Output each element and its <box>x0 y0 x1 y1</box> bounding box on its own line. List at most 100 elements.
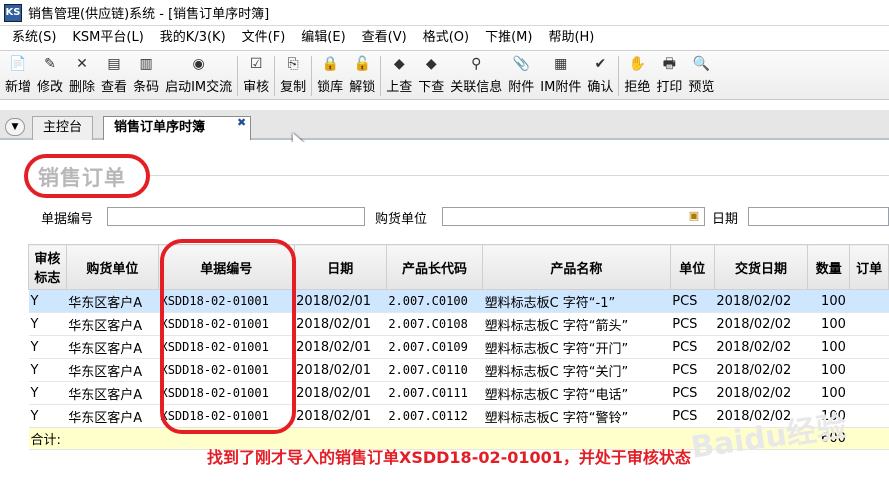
table-row[interactable]: Y 华东区客户A XSDD18-02-01001 2018/02/01 2.007.C0… <box>28 312 889 336</box>
toolbar-button-label: 下查 <box>418 80 445 95</box>
toolbar-button-label: 锁库 <box>317 80 344 95</box>
toolbar-icon: ✋ <box>628 56 647 72</box>
filter-customer-input[interactable] <box>442 207 705 226</box>
tab-home[interactable]: 主控台 <box>32 116 94 140</box>
table-row[interactable]: Y 华东区客户A XSDD18-02-01001 2018/02/01 2.007.C0… <box>28 289 889 313</box>
table-cell: PCS <box>670 381 715 405</box>
toolbar-button[interactable]: ✎ 修改 <box>34 51 66 99</box>
toolbar-button-label: 删除 <box>69 80 96 95</box>
toolbar-button[interactable]: ✋ 拒绝 <box>621 51 653 99</box>
table-cell: Y <box>28 289 67 313</box>
menu-item[interactable]: 系统(S) <box>4 27 64 49</box>
table-row[interactable]: Y 华东区客户A XSDD18-02-01001 2018/02/01 2.007.C0… <box>28 381 889 405</box>
table-cell: 华东区客户A <box>66 312 159 336</box>
toolbar-icon: 🔍 <box>692 56 711 72</box>
column-header[interactable]: 数量 <box>807 244 851 290</box>
highlight-ellipse-bill-no <box>160 239 296 434</box>
toolbar-button-label: 附件 <box>508 80 535 95</box>
toolbar-button[interactable]: 🖶 打印 <box>653 51 685 99</box>
table-cell <box>849 312 889 336</box>
title-bar: KS 销售管理(供应链)系统 - [销售订单序时簿] <box>0 0 889 26</box>
table-cell: Y <box>28 404 67 428</box>
menu-item[interactable]: 编辑(E) <box>293 27 353 49</box>
column-header[interactable]: 交货日期 <box>713 244 809 290</box>
table-cell: 塑料标志板C 字符“警铃” <box>482 404 671 428</box>
toolbar-button[interactable]: 📎 附件 <box>505 51 537 99</box>
table-row[interactable]: Y 华东区客户A XSDD18-02-01001 2018/02/01 2.007.C0… <box>28 335 889 359</box>
column-header[interactable]: 单位 <box>669 244 715 290</box>
toolbar-button[interactable]: ◆ 下查 <box>415 51 447 99</box>
table-cell <box>849 427 889 450</box>
toolbar-separator <box>380 56 382 96</box>
table-cell: PCS <box>670 335 715 359</box>
column-header[interactable]: 日期 <box>293 244 387 290</box>
column-header[interactable]: 产品名称 <box>482 244 671 290</box>
table-cell: 2018/02/01 <box>294 381 387 405</box>
toolbar-separator <box>618 56 620 96</box>
toolbar-button-label: 启动IM交流 <box>165 80 233 95</box>
toolbar-button[interactable]: ◆ 上查 <box>383 51 415 99</box>
table-cell: 2.007.C0108 <box>386 312 483 336</box>
menu-item[interactable]: 格式(O) <box>415 27 477 49</box>
table-cell: 100 <box>807 312 850 336</box>
toolbar-button-label: 打印 <box>656 80 683 95</box>
toolbar-button[interactable]: ⎘ 复制 <box>277 51 309 99</box>
tab-close-icon[interactable]: ✖ <box>237 116 246 129</box>
table-cell: 2018/02/01 <box>294 289 387 313</box>
column-header[interactable]: 订单 <box>849 244 889 290</box>
toolbar-button-label: 条码 <box>133 80 160 95</box>
toolbar-button[interactable]: ▥ 条码 <box>130 51 162 99</box>
toolbar-button[interactable]: ✔ 确认 <box>584 51 616 99</box>
filter-date-label: 日期 <box>712 212 739 227</box>
filter-date-input[interactable] <box>748 207 889 226</box>
toolbar-button[interactable]: 🔓 解锁 <box>346 51 378 99</box>
toolbar-button-label: 新增 <box>5 80 32 95</box>
menu-item[interactable]: 文件(F) <box>234 27 294 49</box>
lookup-icon[interactable]: ▣ <box>685 209 703 224</box>
toolbar-icon: ☑ <box>249 56 263 72</box>
toolbar-button[interactable]: 📄 新增 <box>2 51 34 99</box>
tab-sales-order-list[interactable]: 销售订单序时簿 <box>103 116 251 140</box>
filter-bill-no-input[interactable] <box>107 207 365 226</box>
toolbar-icon: ▤ <box>107 56 121 72</box>
toolbar-icon: ▥ <box>139 56 153 72</box>
toolbar-icon: 📎 <box>512 56 530 72</box>
toolbar-icon: ✕ <box>76 56 88 72</box>
toolbar-icon: 📄 <box>9 56 27 72</box>
toolbar-button-label: 预览 <box>688 80 715 95</box>
toolbar-button[interactable]: 🔍 预览 <box>685 51 717 99</box>
column-header[interactable]: 购货单位 <box>65 244 159 290</box>
menu-item[interactable]: 下推(M) <box>477 27 540 49</box>
toolbar-button[interactable]: ✕ 删除 <box>66 51 98 99</box>
table-cell: 塑料标志板C 字符“-1” <box>482 289 671 313</box>
column-header[interactable]: 审核标志 <box>28 244 67 290</box>
menu-item[interactable]: KSM平台(L) <box>64 27 151 49</box>
toolbar-button[interactable]: 🔒 锁库 <box>314 51 346 99</box>
toolbar-button-label: 上查 <box>386 80 413 95</box>
toolbar-separator <box>311 56 313 96</box>
table-cell: 塑料标志板C 字符“箭头” <box>482 312 671 336</box>
table-cell: Y <box>28 335 67 359</box>
table-cell <box>849 335 889 359</box>
toolbar-icon: ◆ <box>425 56 437 72</box>
table-cell: 100 <box>807 358 850 382</box>
title-divider <box>150 175 889 176</box>
table-cell <box>849 404 889 428</box>
column-header[interactable]: 产品长代码 <box>385 244 484 290</box>
toolbar-icon: ✔ <box>594 56 607 72</box>
tab-list-chevron-icon[interactable]: ▼ <box>5 118 25 136</box>
app-logo-icon: KS <box>4 3 22 22</box>
table-cell: 塑料标志板C 字符“电话” <box>482 381 671 405</box>
menu-item[interactable]: 帮助(H) <box>540 27 602 49</box>
menu-item[interactable]: 查看(V) <box>354 27 415 49</box>
toolbar-button[interactable]: ⚲ 关联信息 <box>447 51 505 99</box>
toolbar-button[interactable]: ▤ 查看 <box>98 51 130 99</box>
toolbar-button[interactable]: ☑ 审核 <box>240 51 272 99</box>
toolbar-button-label: 关联信息 <box>450 80 503 95</box>
toolbar-icon: ✎ <box>44 56 56 72</box>
table-row[interactable]: Y 华东区客户A XSDD18-02-01001 2018/02/01 2.007.C0… <box>28 358 889 382</box>
toolbar-button[interactable]: ▦ IM附件 <box>537 51 584 99</box>
toolbar-button[interactable]: ◉ 启动IM交流 <box>162 51 235 99</box>
toolbar-icon: ⚲ <box>471 56 482 72</box>
menu-item[interactable]: 我的K/3(K) <box>152 27 234 49</box>
